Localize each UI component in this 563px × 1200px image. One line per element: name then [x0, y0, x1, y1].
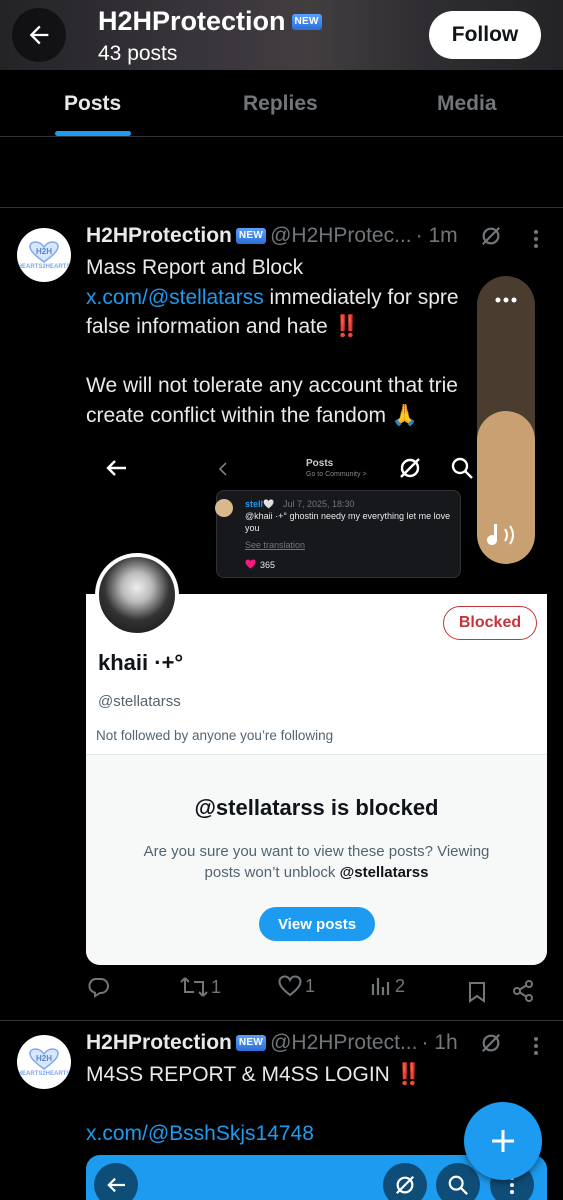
tweet-time: · 1h	[421, 1031, 458, 1054]
embed-topbar-title: Posts	[306, 458, 334, 469]
embed-search-button	[436, 1163, 480, 1200]
profile-header: H2HProtection NEW 43 posts Follow	[0, 0, 563, 70]
volume-slider[interactable]	[477, 276, 535, 564]
share-icon[interactable]	[512, 980, 534, 1002]
tweet-text-line: We will not tolerate any account that tr…	[86, 374, 458, 397]
arrow-left-icon	[106, 460, 126, 476]
post-count: 43 posts	[98, 42, 178, 65]
tab-posts[interactable]: Posts	[64, 92, 121, 116]
like-button[interactable]: 1	[278, 975, 315, 997]
heart-logo-icon: H2H	[29, 1047, 59, 1070]
new-badge-icon: NEW	[291, 13, 322, 30]
blocked-subtitle: Are you sure you want to view these post…	[143, 843, 490, 881]
divider	[0, 207, 563, 208]
active-tab-indicator	[55, 131, 131, 136]
tweet-author-name[interactable]: H2HProtection	[86, 224, 232, 248]
compose-button[interactable]	[464, 1102, 542, 1180]
blocked-profile-handle: @stellatarss	[98, 693, 181, 710]
avatar[interactable]: H2H HEARTS2HEARTS	[17, 228, 71, 282]
mini-likes: 365	[260, 560, 276, 570]
heart-outline-icon	[278, 975, 302, 997]
grok-icon[interactable]	[480, 1032, 502, 1054]
tweet-author-handle[interactable]: @H2HProtec...	[270, 224, 412, 248]
search-icon	[451, 457, 473, 479]
heart-icon	[245, 559, 256, 569]
arrow-left-icon	[29, 25, 49, 45]
tweet-text-line: create conflict within the fandom 🙏	[86, 404, 418, 427]
repost-button[interactable]: 1	[180, 975, 221, 999]
tweet-link[interactable]: x.com/@BsshSkjs14748	[86, 1119, 314, 1149]
embed-back-button	[94, 1163, 138, 1200]
new-badge-icon: NEW	[235, 1035, 267, 1051]
logo-text: H2H	[36, 247, 52, 256]
grok-icon	[395, 1175, 415, 1195]
view-posts-button: View posts	[259, 907, 375, 941]
views-icon	[371, 978, 390, 995]
logo-text: H2H	[36, 1054, 52, 1063]
profile-tabs: Posts Replies Media	[0, 70, 563, 137]
blocked-profile-card: Blocked khaii ·+° @stellatarss Not follo…	[86, 594, 547, 965]
heart-logo-icon: H2H	[29, 240, 59, 263]
embed-topbar-sub: Go to Community >	[306, 471, 367, 478]
blocked-button: Blocked	[443, 606, 537, 640]
views-button[interactable]: 2	[370, 975, 405, 997]
views-count: 2	[395, 975, 406, 996]
blocked-profile-avatar	[95, 553, 179, 637]
mini-translate: See translation	[245, 540, 306, 550]
tab-replies[interactable]: Replies	[243, 92, 318, 116]
embed-grok-button	[383, 1163, 427, 1200]
tweet-text-line: false information and hate ‼️	[86, 315, 360, 338]
blocked-title: @stellatarss is blocked	[194, 795, 439, 820]
not-followed-text: Not followed by anyone you’re following	[96, 728, 334, 743]
tweet-time: · 1m	[415, 224, 458, 247]
avatar[interactable]: H2H HEARTS2HEARTS	[17, 1035, 71, 1089]
follow-button[interactable]: Follow	[429, 11, 541, 59]
logo-caption: HEARTS2HEARTS	[17, 263, 71, 270]
like-count: 1	[305, 975, 316, 996]
blocked-profile-name: khaii ·+°	[98, 650, 184, 675]
search-icon	[448, 1175, 468, 1195]
repost-icon	[180, 977, 208, 997]
tab-media[interactable]: Media	[437, 92, 497, 116]
tweet-header: H2HProtection NEW @H2HProtec... · 1m	[86, 224, 458, 248]
more-icon[interactable]	[527, 228, 545, 250]
more-icon[interactable]	[527, 1035, 545, 1057]
tweet-header: H2HProtection NEW @H2HProtect... · 1h	[86, 1031, 458, 1055]
tweet-link[interactable]: x.com/@stellatarss	[86, 286, 264, 309]
divider	[0, 1020, 563, 1021]
repost-count: 1	[211, 976, 222, 997]
tweet-text-line: Mass Report and Block	[86, 256, 304, 279]
plus-icon	[492, 1130, 514, 1152]
profile-name: H2HProtection	[98, 6, 286, 36]
back-button[interactable]	[12, 8, 66, 62]
blocked-notice: @stellatarss is blocked Are you sure you…	[86, 754, 547, 965]
tweet-text-line: M4SS REPORT & M4SS LOGIN ‼️	[86, 1063, 422, 1086]
speaker-icon	[487, 524, 514, 546]
mini-user: stell🤍	[245, 499, 275, 509]
tweet-author-name[interactable]: H2HProtection	[86, 1031, 232, 1055]
tweet-author-handle[interactable]: @H2HProtect...	[270, 1031, 417, 1055]
grok-icon	[400, 458, 420, 478]
logo-caption: HEARTS2HEARTS	[17, 1070, 71, 1077]
grok-icon[interactable]	[480, 225, 502, 247]
chevron-left-icon	[218, 462, 227, 476]
reply-icon	[88, 978, 109, 998]
mini-text: you	[245, 523, 260, 533]
tweet-text-line: x.com/@stellatarss immediately for spre	[86, 286, 459, 309]
profile-title: H2HProtection NEW	[98, 6, 322, 37]
mini-text: @khaii ·+° ghostin needy my everything l…	[245, 511, 451, 521]
new-badge-icon: NEW	[235, 228, 267, 244]
arrow-left-icon	[107, 1177, 125, 1193]
embed-mini-post: stell🤍 Jul 7, 2025, 18:30 @khaii ·+° gho…	[215, 490, 461, 578]
mini-date: Jul 7, 2025, 18:30	[283, 499, 355, 509]
avatar	[215, 499, 233, 517]
reply-button[interactable]	[86, 975, 110, 999]
more-icon[interactable]	[495, 296, 517, 304]
tweet-actions: 1 1 2	[86, 975, 547, 1011]
bookmark-icon[interactable]	[467, 981, 487, 1003]
